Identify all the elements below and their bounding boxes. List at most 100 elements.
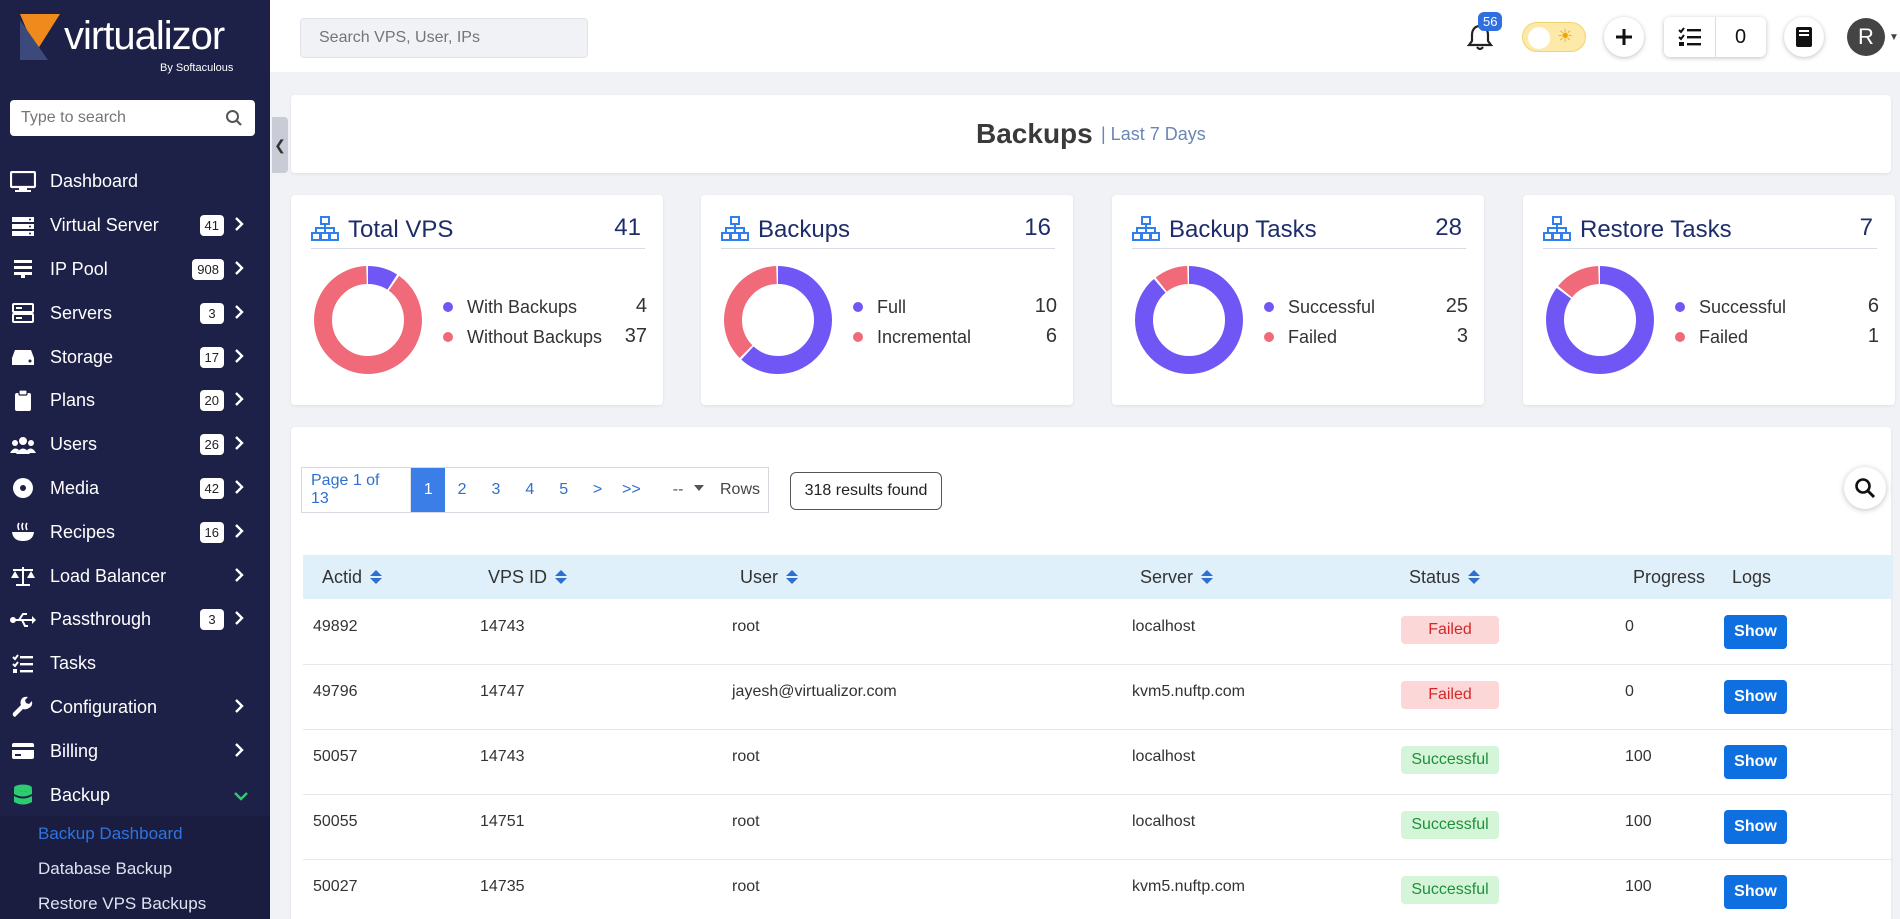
show-logs-button[interactable]: Show — [1724, 810, 1787, 844]
stat-card-value: 28 — [1435, 214, 1462, 241]
sidebar-item-ip-pool[interactable]: IP Pool 908 — [0, 248, 270, 292]
legend-dot — [1675, 332, 1685, 342]
stat-card-value: 7 — [1859, 214, 1873, 241]
backup-tasks-panel: Page 1 of 13 1 2 3 4 5 > >> -- Rows 318 … — [291, 427, 1893, 919]
sun-icon: ☀ — [1557, 26, 1574, 46]
cell-vpsid: 14743 — [480, 748, 525, 765]
cell-user: root — [732, 813, 760, 830]
col-logs-label: Logs — [1732, 566, 1772, 587]
submenu-item-database-backup[interactable]: Database Backup — [0, 851, 270, 886]
sidebar-item-tasks[interactable]: Tasks — [0, 642, 270, 686]
legend-item: Failed 3 — [1264, 325, 1468, 351]
stat-card-title: Total VPS — [348, 216, 454, 243]
sidebar-item-label: Media — [50, 477, 100, 498]
sidebar-item-label: IP Pool — [50, 258, 108, 279]
avatar[interactable]: R — [1847, 18, 1885, 56]
cell-progress: 0 — [1625, 618, 1634, 635]
sidebar-item-users[interactable]: Users 26 — [0, 423, 270, 467]
page-4-button[interactable]: 4 — [513, 468, 547, 512]
virtualizor-logo-icon — [20, 14, 60, 60]
brand-logo[interactable]: virtualizor By Softaculous — [20, 14, 250, 74]
sidebar-search-input[interactable] — [10, 100, 210, 136]
legend-value: 3 — [1456, 325, 1468, 347]
cell-user: root — [732, 748, 760, 765]
sidebar-item-billing[interactable]: Billing — [0, 729, 270, 773]
sidebar-item-plans[interactable]: Plans 20 — [0, 379, 270, 423]
col-status[interactable]: Status — [1409, 555, 1481, 599]
cell-progress: 100 — [1625, 813, 1652, 830]
chevron-right-icon — [234, 390, 250, 411]
sidebar-item-label: Virtual Server — [50, 215, 159, 236]
sidebar-item-virtual-server[interactable]: Virtual Server 41 — [0, 204, 270, 248]
show-logs-button[interactable]: Show — [1724, 680, 1787, 714]
sidebar-item-load-balancer[interactable]: Load Balancer — [0, 554, 270, 598]
legend-dot — [853, 302, 863, 312]
col-server[interactable]: Server — [1140, 555, 1214, 599]
rows-per-page-select[interactable]: -- — [648, 468, 708, 512]
page-header: Backups | Last 7 Days — [291, 95, 1891, 173]
sidebar-item-passthrough[interactable]: Passthrough 3 — [0, 598, 270, 642]
sort-icon[interactable] — [786, 570, 799, 584]
submenu-item-restore-vps-backups[interactable]: Restore VPS Backups — [0, 886, 270, 919]
stat-card-header: Restore Tasks 7 — [1543, 213, 1877, 249]
sidebar-item-dashboard[interactable]: Dashboard — [0, 160, 270, 204]
page-1-button[interactable]: 1 — [411, 468, 446, 512]
sidebar-item-backup[interactable]: Backup — [0, 773, 270, 817]
sort-icon[interactable] — [555, 570, 568, 584]
page-3-button[interactable]: 3 — [479, 468, 513, 512]
disc-icon — [10, 477, 36, 499]
donut-chart — [1546, 266, 1654, 374]
legend-value: 6 — [1867, 295, 1879, 317]
sidebar-collapse-button[interactable]: ❮ — [272, 117, 288, 173]
sidebar-item-count: 42 — [199, 477, 224, 499]
table-search-button[interactable] — [1844, 467, 1886, 509]
page-info: Page 1 of 13 — [302, 468, 412, 512]
legend-value: 25 — [1445, 295, 1468, 317]
tasks-button[interactable]: 0 — [1664, 17, 1766, 57]
sort-icon[interactable] — [1468, 570, 1481, 584]
add-button[interactable] — [1604, 17, 1644, 57]
rows-label: Rows — [719, 481, 760, 498]
search-icon[interactable] — [225, 109, 243, 127]
server-stack-icon — [10, 215, 36, 237]
donut-chart — [314, 266, 422, 374]
submenu-item-backup-dashboard[interactable]: Backup Dashboard — [0, 816, 270, 851]
tasks-list-icon — [10, 653, 36, 675]
theme-toggle[interactable]: ☀ — [1522, 22, 1586, 52]
sidebar-item-label: Passthrough — [50, 609, 152, 630]
col-progress: Progress — [1633, 555, 1705, 599]
status-badge: Failed — [1401, 681, 1499, 709]
sidebar-item-count: 26 — [199, 434, 224, 456]
show-logs-button[interactable]: Show — [1724, 745, 1787, 779]
page-2-button[interactable]: 2 — [445, 468, 479, 512]
docs-button[interactable] — [1784, 17, 1824, 57]
legend-item: Failed 1 — [1675, 325, 1879, 351]
col-user[interactable]: User — [740, 555, 799, 599]
show-logs-button[interactable]: Show — [1724, 615, 1787, 649]
sidebar-item-recipes[interactable]: Recipes 16 — [0, 510, 270, 554]
chevron-right-icon — [234, 347, 250, 368]
sidebar-item-media[interactable]: Media 42 — [0, 467, 270, 511]
plus-icon — [1616, 29, 1632, 45]
chevron-down-icon[interactable]: ▼ — [1889, 32, 1899, 43]
stat-card-header: Backup Tasks 28 — [1132, 213, 1466, 249]
sidebar-item-servers[interactable]: Servers 3 — [0, 291, 270, 335]
col-actid[interactable]: Actid — [322, 555, 383, 599]
sidebar-item-storage[interactable]: Storage 17 — [0, 335, 270, 379]
page-5-button[interactable]: 5 — [547, 468, 581, 512]
sidebar-item-label: Storage — [50, 346, 114, 367]
last-page-button[interactable]: >> — [614, 468, 648, 512]
legend-label: Failed — [1699, 327, 1749, 347]
sort-icon[interactable] — [370, 570, 383, 584]
sort-icon[interactable] — [1201, 570, 1214, 584]
sidebar-item-configuration[interactable]: Configuration — [0, 686, 270, 730]
global-search — [300, 18, 588, 58]
cell-user: root — [732, 618, 760, 635]
global-search-input[interactable] — [301, 19, 587, 57]
legend-label: Full — [877, 297, 907, 317]
col-vpsid[interactable]: VPS ID — [488, 555, 568, 599]
show-logs-button[interactable]: Show — [1724, 875, 1787, 909]
legend-item: Without Backups 37 — [443, 325, 647, 351]
next-page-button[interactable]: > — [581, 468, 615, 512]
legend-item: With Backups 4 — [443, 295, 647, 321]
